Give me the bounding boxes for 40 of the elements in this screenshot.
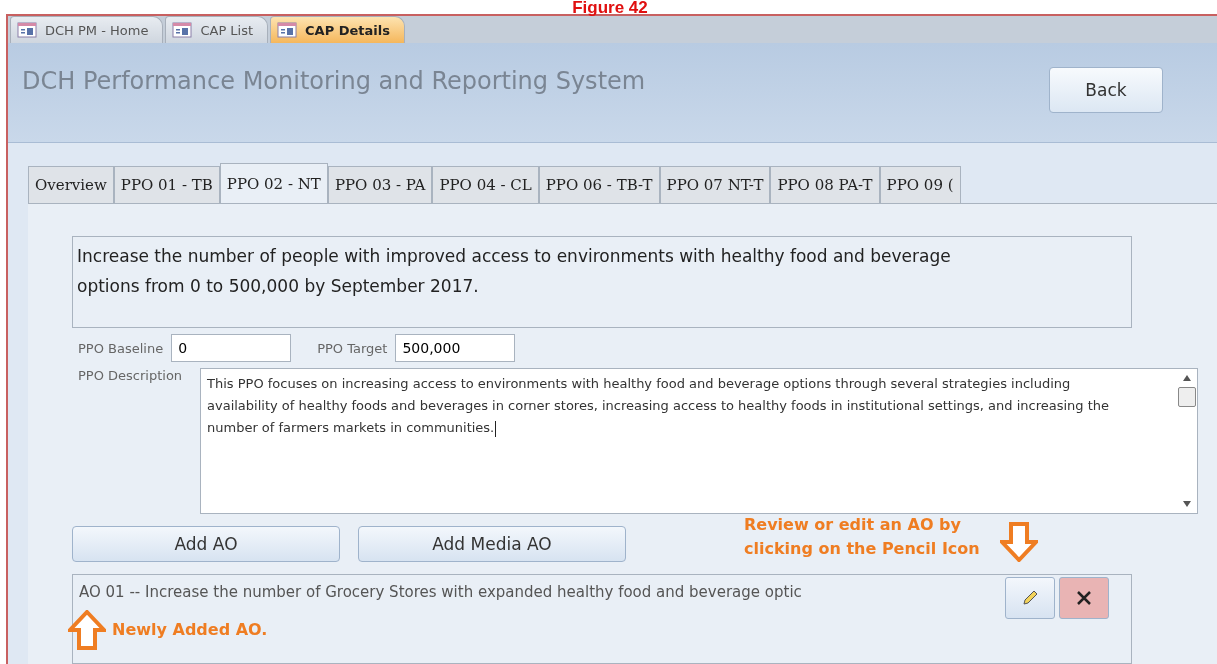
description-textarea[interactable] <box>200 368 1198 514</box>
add-button[interactable]: Add Media AO <box>358 526 626 562</box>
tab[interactable]: PPO 08 PA-T <box>770 166 880 204</box>
form-icon <box>17 22 37 38</box>
tab[interactable]: PPO 01 - TB <box>113 166 220 204</box>
document-tab[interactable]: DCH PM - Home <box>10 16 164 43</box>
scroll-up-icon <box>1183 375 1191 381</box>
close-icon <box>1075 589 1093 607</box>
field-label: PPO Target <box>317 340 388 356</box>
add-button[interactable]: Add AO <box>72 526 340 562</box>
form-icon <box>172 22 193 38</box>
scroll-down-icon <box>1183 501 1191 507</box>
pencil-icon <box>1020 588 1040 608</box>
up-arrow-icon <box>68 610 106 650</box>
tab[interactable]: PPO 06 - TB-T <box>538 166 660 204</box>
tab[interactable]: PPO 09 ( <box>879 166 961 204</box>
document-tab[interactable]: CAP List <box>165 16 269 43</box>
text-cursor <box>495 420 497 437</box>
tab[interactable]: Overview <box>28 166 114 204</box>
form-icon <box>277 22 298 38</box>
tab[interactable]: PPO 03 - PA <box>327 166 433 204</box>
tab[interactable]: PPO 02 - NT <box>219 163 328 204</box>
app-title: DCH Performance Monitoring and Reporting System <box>22 67 646 95</box>
field-label: PPO Description <box>78 368 184 385</box>
ao-text: AO 01 -- Increase the number of Grocery Stores with expanded healthy food and beverage optic <box>79 583 803 601</box>
field-label: PPO Baseline <box>78 340 164 356</box>
annotation-text: Review or edit an AO by clicking on the Pencil Icon <box>744 513 981 560</box>
tab[interactable]: PPO 04 - CL <box>432 166 539 204</box>
baseline-input[interactable]: 0 <box>171 334 292 362</box>
ppo-statement-field[interactable]: Increase the number of people with improved access to environments with healthy food and beverage options from 0 to 500,000 by September 2017. <box>72 236 1132 328</box>
delete-button[interactable] <box>1059 577 1109 619</box>
figure-caption: Figure 42 <box>571 0 649 15</box>
description-text: This PPO focuses on increasing access to environments with healthy food and beverage options through several strategies including availability of healthy foods and beverages in corner stores, increasing access to healthy foods in institutional settings, and increasing the number of farmers markets in communities. <box>206 375 1111 439</box>
tab[interactable]: PPO 07 NT-T <box>659 166 771 204</box>
annotation-text: Newly Added AO. <box>112 619 268 641</box>
back-button[interactable]: Back <box>1049 67 1163 113</box>
document-tab[interactable]: CAP Details <box>270 16 405 43</box>
down-arrow-icon <box>1000 522 1038 562</box>
target-input[interactable]: 500,000 <box>395 334 516 362</box>
scrollbar-thumb[interactable] <box>1178 387 1196 407</box>
